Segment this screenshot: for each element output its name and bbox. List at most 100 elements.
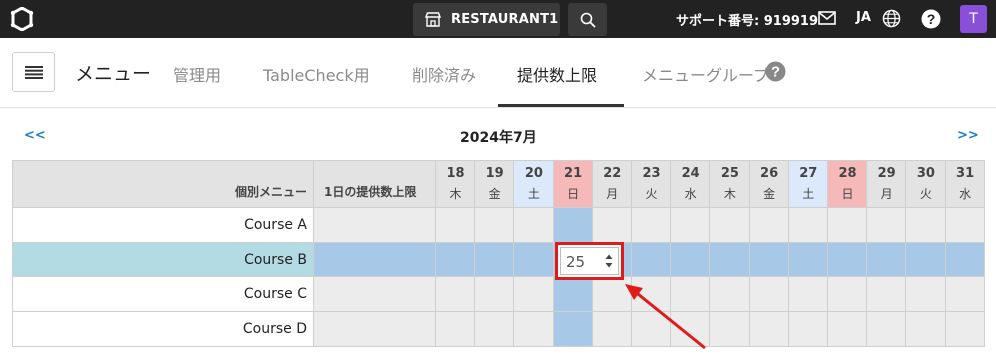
tab-deleted[interactable]: 削除済み: [412, 62, 476, 86]
header-cell-daily-limit: 1日の提供数上限: [314, 160, 436, 208]
tab-management[interactable]: 管理用: [173, 62, 221, 86]
day-cell[interactable]: [553, 277, 593, 313]
day-cell[interactable]: [945, 277, 985, 313]
day-cell[interactable]: [788, 242, 828, 278]
day-cell[interactable]: [710, 312, 750, 347]
day-cell[interactable]: [436, 242, 476, 278]
day-cell[interactable]: [828, 312, 868, 347]
daily-limit-cell[interactable]: [314, 312, 436, 347]
day-cell[interactable]: [514, 208, 554, 243]
day-of-week: 木: [723, 187, 736, 201]
day-cell[interactable]: [867, 242, 907, 278]
stepper-value[interactable]: 25: [566, 253, 585, 271]
day-cell[interactable]: [749, 208, 789, 243]
table-row[interactable]: Course C: [12, 277, 314, 313]
day-cell[interactable]: [632, 242, 672, 278]
stepper-arrows-icon[interactable]: [604, 252, 614, 270]
day-header-20: 20 土: [514, 160, 554, 208]
day-cell[interactable]: [475, 277, 515, 313]
restaurant-selector-button[interactable]: RESTAURANT1: [413, 3, 560, 36]
tab-menu-group[interactable]: メニューグループ: [642, 62, 769, 86]
day-cell[interactable]: [867, 277, 907, 313]
day-cell[interactable]: [553, 208, 593, 243]
day-number: 19: [485, 166, 504, 181]
daily-limit-cell[interactable]: [314, 242, 436, 278]
day-cell[interactable]: [514, 242, 554, 278]
app-logo-icon[interactable]: [10, 7, 34, 31]
user-avatar[interactable]: T: [960, 5, 987, 33]
day-cell[interactable]: [945, 312, 985, 347]
tab-tablecheck[interactable]: TableCheck用: [263, 62, 370, 86]
mail-icon[interactable]: [818, 11, 836, 25]
day-cell[interactable]: [436, 277, 476, 313]
day-cell[interactable]: [475, 312, 515, 347]
day-cell[interactable]: [436, 312, 476, 347]
search-button[interactable]: [568, 3, 607, 36]
day-cell[interactable]: [906, 208, 946, 243]
day-header-30: 30 火: [906, 160, 946, 208]
day-cell[interactable]: [906, 242, 946, 278]
day-number: 21: [564, 166, 583, 181]
day-cell[interactable]: [671, 242, 711, 278]
day-cell[interactable]: [749, 312, 789, 347]
day-cell[interactable]: [475, 242, 515, 278]
day-number: 25: [720, 166, 739, 181]
help-icon[interactable]: ?: [765, 61, 786, 82]
day-cell[interactable]: [475, 208, 515, 243]
header-item-label: 個別メニュー: [234, 185, 307, 199]
day-cell[interactable]: [945, 242, 985, 278]
globe-icon[interactable]: [882, 9, 901, 28]
day-number: 29: [877, 166, 896, 181]
day-cell[interactable]: [788, 312, 828, 347]
prev-month-button[interactable]: <<: [24, 128, 46, 143]
day-cell[interactable]: [945, 208, 985, 243]
day-of-week: 日: [567, 187, 580, 201]
next-month-button[interactable]: >>: [957, 128, 979, 143]
serving-limit-stepper[interactable]: 25: [560, 247, 619, 275]
day-header-24: 24 水: [671, 160, 711, 208]
daily-limit-cell[interactable]: [314, 277, 436, 313]
day-cell[interactable]: [553, 312, 593, 347]
daily-limit-cell[interactable]: [314, 208, 436, 243]
day-cell[interactable]: [828, 242, 868, 278]
day-cell[interactable]: [828, 208, 868, 243]
day-cell[interactable]: [436, 208, 476, 243]
tab-serving-limit[interactable]: 提供数上限: [517, 62, 597, 86]
day-cell[interactable]: [867, 208, 907, 243]
day-cell[interactable]: [749, 242, 789, 278]
hamburger-menu-button[interactable]: [12, 52, 55, 92]
day-cell[interactable]: [867, 312, 907, 347]
day-cell[interactable]: [632, 208, 672, 243]
day-cell[interactable]: [671, 208, 711, 243]
table-row[interactable]: Course A: [12, 208, 314, 243]
day-cell[interactable]: [906, 277, 946, 313]
day-cell[interactable]: [906, 312, 946, 347]
page-title: メニュー: [75, 63, 152, 85]
day-of-week: 水: [959, 187, 972, 201]
day-header-26: 26 金: [749, 160, 789, 208]
day-cell[interactable]: [710, 277, 750, 313]
day-cell[interactable]: [514, 277, 554, 313]
table-row[interactable]: Course D: [12, 312, 314, 347]
day-cell[interactable]: [788, 208, 828, 243]
help-icon[interactable]: ?: [921, 9, 941, 29]
day-cell[interactable]: [710, 208, 750, 243]
day-cell[interactable]: [788, 277, 828, 313]
day-cell[interactable]: [749, 277, 789, 313]
day-of-week: 月: [880, 187, 893, 201]
day-cell[interactable]: [828, 277, 868, 313]
day-of-week: 金: [763, 187, 776, 201]
day-cell[interactable]: [592, 208, 632, 243]
active-tab-indicator: [498, 104, 624, 107]
table-row[interactable]: Course B: [12, 242, 314, 278]
day-cell[interactable]: [514, 312, 554, 347]
day-cell[interactable]: [710, 242, 750, 278]
day-header-22: 22 月: [592, 160, 632, 208]
day-header-19: 19 金: [475, 160, 515, 208]
menu-header-bar: メニュー 管理用 TableCheck用 削除済み 提供数上限 メニューグループ…: [0, 38, 996, 108]
day-header-23: 23 火: [632, 160, 672, 208]
language-label[interactable]: JA: [856, 10, 871, 25]
hamburger-icon: [24, 65, 43, 79]
day-of-week: 土: [527, 187, 540, 201]
day-number: 26: [760, 166, 779, 181]
